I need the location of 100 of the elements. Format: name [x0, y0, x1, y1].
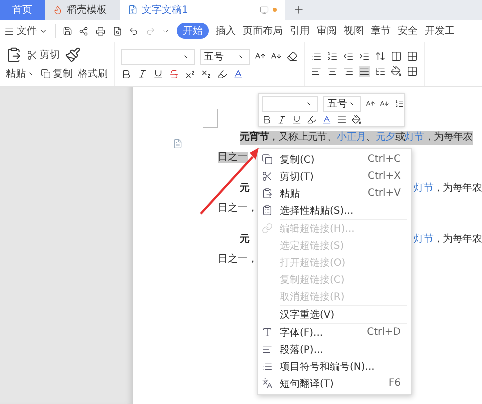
paragraph-icon	[262, 344, 273, 355]
copy-icon	[41, 69, 51, 79]
font-size-field[interactable]: 五号	[323, 96, 362, 112]
paragraph-text: 日之一，	[218, 203, 258, 214]
font-icon	[262, 327, 273, 338]
format-painter-button[interactable]: 格式刷	[78, 67, 108, 81]
bold-icon	[121, 68, 132, 80]
paragraph-text: 日之一	[218, 152, 248, 163]
paste-button[interactable]: 粘贴	[6, 67, 36, 81]
redo-icon	[146, 26, 156, 36]
pointer-arrow	[200, 148, 259, 215]
document-icon	[128, 5, 138, 15]
link[interactable]: 灯节	[414, 234, 434, 245]
file-menu[interactable]: 文件	[4, 24, 48, 38]
italic-icon	[137, 68, 148, 80]
save-icon	[62, 26, 72, 36]
align-center-icon	[327, 66, 338, 77]
paragraph-text: 灯节，为每年农	[414, 233, 482, 247]
ribbon-tab[interactable]: 引用	[290, 23, 310, 39]
indent-icon	[359, 51, 370, 62]
numbered-list-icon	[327, 51, 338, 62]
unsaved-dot-icon	[273, 8, 277, 12]
link[interactable]: 灯节	[414, 183, 434, 194]
outdent-icon	[343, 51, 354, 62]
menu-item[interactable]: 字体(F)... Ctrl+D	[258, 324, 411, 341]
table-icon	[407, 51, 418, 62]
superscript-icon	[185, 68, 196, 80]
tab[interactable]: 首页	[0, 0, 45, 20]
menu-item[interactable]: 项目符号和编号(N)...	[258, 358, 411, 375]
font-color-icon	[322, 114, 332, 124]
shading-icon	[352, 114, 362, 124]
clipboard-icon	[262, 205, 273, 216]
list-icon	[394, 98, 404, 108]
underline-icon	[153, 68, 164, 80]
link-icon	[262, 223, 273, 234]
chevron-down-icon	[28, 70, 36, 78]
menu-item[interactable]: 复制(C) Ctrl+C	[258, 151, 411, 168]
copy-button[interactable]: 复制	[41, 67, 73, 81]
clear-format-icon	[287, 51, 298, 62]
cut-button[interactable]: 剪切	[27, 48, 60, 62]
menu-icon	[4, 26, 15, 36]
ribbon-tab[interactable]: 开始	[177, 23, 209, 39]
grow-font-icon	[366, 98, 376, 108]
paragraph-text: 元	[240, 234, 250, 245]
ribbon-tab[interactable]: 审阅	[317, 23, 337, 39]
ribbon-tab[interactable]: 视图	[344, 23, 364, 39]
menu-item[interactable]: 剪切(T) Ctrl+X	[258, 168, 411, 185]
align-right-icon	[343, 66, 354, 77]
paste-icon	[262, 188, 273, 199]
font-size-field[interactable]: 五号	[200, 48, 250, 64]
shrink-font-icon	[380, 98, 390, 108]
paragraph-text: 日之一，	[218, 254, 258, 265]
undo-icon	[129, 26, 139, 36]
menu-item[interactable]: 短句翻译(T) F6	[258, 375, 411, 392]
font-color-icon	[233, 68, 244, 80]
ribbon-tab[interactable]: 页面布局	[243, 23, 283, 39]
font-name-field[interactable]	[262, 96, 318, 112]
paragraph-text: 元	[240, 183, 250, 194]
font-name-field[interactable]	[121, 48, 195, 64]
shading-icon	[391, 66, 402, 77]
underline-icon	[292, 114, 302, 124]
align-left-icon	[311, 66, 322, 77]
line-spacing-icon	[375, 66, 386, 77]
sort-icon	[375, 51, 386, 62]
paragraph-text: 灯节，为每年农	[414, 182, 482, 196]
strikethrough-icon	[169, 68, 180, 80]
document-icon	[173, 139, 184, 149]
ribbon-tab[interactable]: 章节	[371, 23, 391, 39]
menu-item[interactable]: 选择性粘贴(S)...	[258, 202, 411, 219]
corner-mark-icon	[203, 109, 220, 129]
format-painter-icon	[65, 47, 81, 63]
tab[interactable]: 文字文稿1	[120, 0, 285, 20]
align-icon	[337, 114, 347, 124]
share-icon	[79, 26, 89, 36]
plus-icon	[293, 4, 305, 16]
ribbon-tab[interactable]: 插入	[216, 23, 236, 39]
copy-icon	[262, 154, 273, 165]
highlighter-icon	[217, 68, 228, 80]
menu-item[interactable]: 汉字重选(V)	[258, 306, 411, 323]
columns-icon	[391, 51, 402, 62]
subscript-icon	[201, 68, 212, 80]
menu-item[interactable]: 粘贴 Ctrl+V	[258, 185, 411, 202]
tab[interactable]: 稻壳模板	[45, 0, 120, 20]
bold-icon	[262, 114, 272, 124]
justify-icon	[359, 66, 370, 77]
borders-icon	[407, 66, 418, 77]
menu-item[interactable]: 段落(P)...	[258, 341, 411, 358]
cut-icon	[262, 171, 273, 182]
paste-icon	[6, 47, 22, 63]
preview-icon	[112, 26, 122, 36]
print-icon	[96, 26, 106, 36]
paragraph-text: 元宵节，又称上元节、小正月、元夕或灯节，为每年农	[240, 131, 473, 145]
flame-icon	[53, 5, 63, 15]
ribbon-tab[interactable]: 安全	[398, 23, 418, 39]
scissors-icon	[27, 50, 38, 60]
translate-icon	[262, 378, 273, 389]
monitor-icon	[260, 6, 269, 14]
ribbon-tab[interactable]: 开发工	[425, 23, 455, 39]
italic-icon	[277, 114, 287, 124]
highlighter-icon	[307, 114, 317, 124]
